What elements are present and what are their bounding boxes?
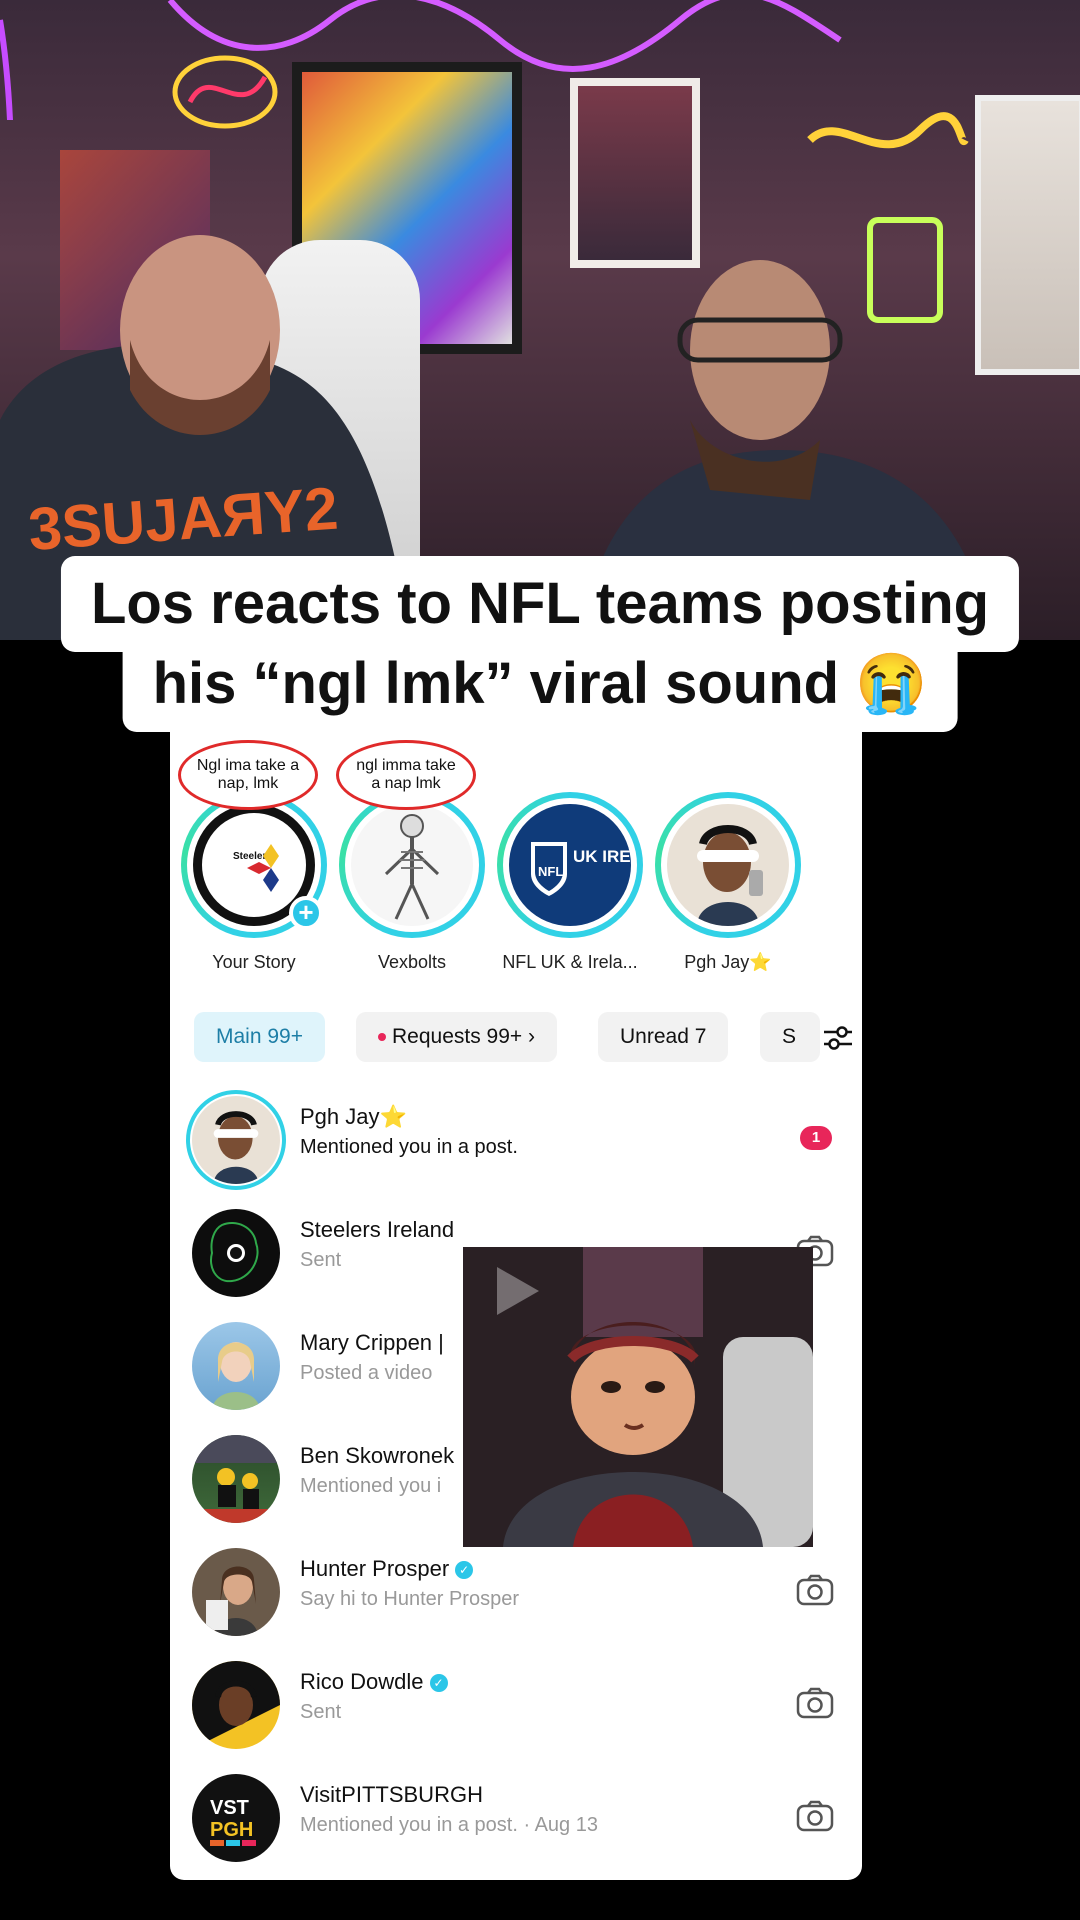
- add-story-icon[interactable]: +: [289, 896, 323, 930]
- story-ring: [339, 792, 485, 938]
- camera-icon[interactable]: [796, 1574, 834, 1606]
- play-icon[interactable]: [493, 1263, 543, 1319]
- svg-text:NFL: NFL: [538, 864, 563, 879]
- conversation-row[interactable]: Pgh Jay⭐ Mentioned you in a post. 1: [170, 1084, 862, 1196]
- conversation-preview: Mentioned you in a post.: [300, 1136, 518, 1158]
- conversation-row[interactable]: Hunter Prosper ✓ Say hi to Hunter Prosper: [170, 1536, 862, 1648]
- conversation-preview: Say hi to Hunter Prosper: [300, 1588, 519, 1610]
- story-ring: Steelers +: [181, 792, 327, 938]
- camera-icon[interactable]: [796, 1800, 834, 1832]
- story-your-story[interactable]: Steelers + Your Story: [180, 792, 328, 973]
- rico-dowdle-avatar-icon: [192, 1661, 280, 1749]
- conversation-name: Mary Crippen |: [300, 1330, 444, 1355]
- svg-text:UK IRE: UK IRE: [573, 847, 631, 866]
- conversation-name: Pgh Jay⭐: [300, 1104, 407, 1129]
- pgh-jay-avatar: [667, 804, 789, 926]
- conversation-preview: Mentioned you in a post. · Aug 13: [300, 1814, 598, 1836]
- conversation-preview: Sent: [300, 1249, 342, 1271]
- avatar: VST PGH: [186, 1768, 286, 1868]
- conversation-name: Rico Dowdle ✓: [300, 1669, 448, 1695]
- pgh-jay-avatar-icon: [213, 1111, 259, 1184]
- conversation-name: VisitPITTSBURGH: [300, 1782, 483, 1807]
- story-pgh-jay[interactable]: Pgh Jay⭐: [654, 792, 802, 973]
- svg-text:PGH: PGH: [210, 1819, 253, 1841]
- cartoon-person-icon: [697, 825, 763, 926]
- visitpittsburgh-logo-icon: VST PGH: [210, 1797, 256, 1846]
- stories-row: Steelers + Your Story Vexbolts NFL UK IR…: [170, 722, 862, 982]
- unread-count-badge: 1: [800, 1126, 832, 1150]
- inbox-filters: Main 99+ Requests 99+ › Unread 7 S: [194, 1012, 862, 1064]
- story-label: Pgh Jay⭐: [684, 952, 772, 972]
- story-nfl-uk-ireland[interactable]: NFL UK IRE NFL UK & Irela...: [496, 792, 644, 973]
- conversation-name: Hunter Prosper ✓: [300, 1556, 474, 1582]
- story-label: Your Story: [212, 952, 296, 972]
- conversation-row[interactable]: VST PGH VisitPITTSBURGH Mentioned you in…: [170, 1762, 862, 1874]
- video-caption-line-2: his “ngl lmk” viral sound 😭: [122, 636, 958, 732]
- avatar: [186, 1090, 286, 1190]
- verified-icon: ✓: [455, 1561, 474, 1580]
- nfl-uk-avatar: NFL UK IRE: [509, 804, 631, 926]
- story-label: Vexbolts: [377, 952, 447, 972]
- conversation-name: Steelers Ireland: [300, 1217, 455, 1242]
- verified-icon: ✓: [429, 1674, 448, 1693]
- avatar: [186, 1316, 286, 1416]
- nfl-shield-icon: NFL UK IRE: [531, 842, 631, 896]
- skeleton-avatar: [351, 804, 473, 926]
- stream-video-background: 3SUJAЯY2: [0, 0, 1080, 640]
- avatar: [186, 1203, 286, 1303]
- story-vexbolts[interactable]: Vexbolts: [338, 792, 486, 973]
- neon-light-strip: [0, 0, 842, 120]
- story-note-bubble: ngl imma take a nap lmk: [336, 740, 476, 810]
- unread-dot: [378, 1033, 386, 1042]
- camera-icon[interactable]: [796, 1687, 834, 1719]
- story-ring: NFL UK IRE: [497, 792, 643, 938]
- conversation-preview: Posted a video: [300, 1362, 433, 1384]
- filter-requests[interactable]: Requests 99+ ›: [356, 1012, 558, 1062]
- skeleton-icon: [384, 814, 440, 920]
- story-label: NFL UK & Irela...: [502, 952, 638, 972]
- story-note-bubble: Ngl ima take a nap, lmk: [178, 740, 318, 810]
- conversation-preview: Mentioned you i: [300, 1475, 442, 1497]
- avatar: [186, 1542, 286, 1642]
- filter-more[interactable]: S: [760, 1012, 820, 1062]
- svg-text:VST: VST: [210, 1797, 249, 1819]
- story-ring: [655, 792, 801, 938]
- filter-requests-label: Requests 99+ ›: [392, 1025, 536, 1048]
- avatar: [186, 1655, 286, 1755]
- mary-crippen-avatar-icon: [212, 1342, 260, 1410]
- wall-painting: [570, 78, 700, 268]
- ireland-map-icon: [210, 1222, 259, 1283]
- football-players-icon: [192, 1435, 280, 1523]
- hunter-prosper-avatar-icon: [206, 1566, 258, 1636]
- filter-icon[interactable]: [822, 1022, 854, 1054]
- conversation-preview: Sent: [300, 1701, 342, 1723]
- conversation-name: Ben Skowronek: [300, 1443, 455, 1468]
- avatar: [186, 1429, 286, 1529]
- neon-sign: [172, 55, 278, 129]
- reaction-video-overlay[interactable]: [463, 1247, 813, 1547]
- filter-unread[interactable]: Unread 7: [598, 1012, 729, 1062]
- conversation-row[interactable]: Rico Dowdle ✓ Sent: [170, 1649, 862, 1761]
- filter-main[interactable]: Main 99+: [194, 1012, 325, 1062]
